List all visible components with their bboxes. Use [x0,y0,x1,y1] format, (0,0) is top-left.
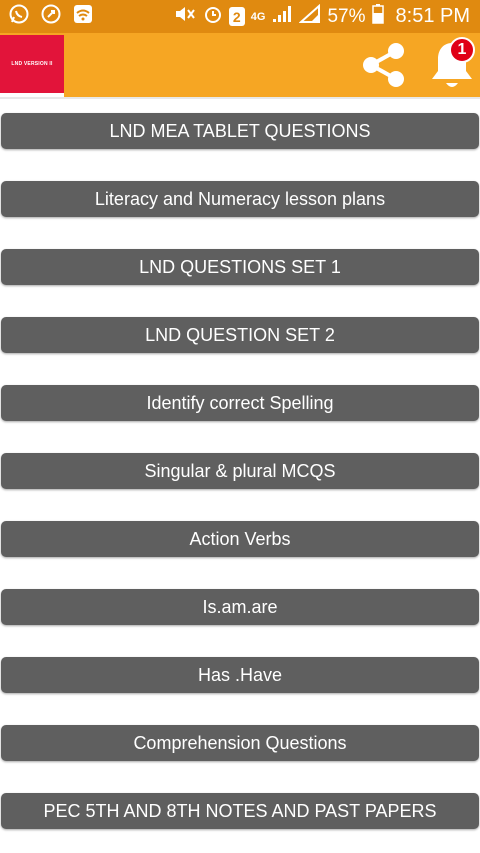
sync-icon [40,3,62,30]
alarm-icon [203,4,223,30]
wifi-icon [72,3,94,30]
menu-button-singular-plural[interactable]: Singular & plural MCQS [1,453,479,489]
sim-icon: 2 [228,7,245,26]
menu-button-questions-set-1[interactable]: LND QUESTIONS SET 1 [1,249,479,285]
clock: 8:51 PM [395,5,470,27]
menu-button-has-have[interactable]: Has .Have [1,657,479,693]
menu-button-lnd-mea-tablet-questions[interactable]: LND MEA TABLET QUESTIONS [1,113,479,149]
whatsapp-icon [8,3,30,30]
menu-button-question-set-2[interactable]: LND QUESTION SET 2 [1,317,479,353]
mute-icon [173,4,197,30]
battery-percent: 57% [327,5,366,27]
logo-strip [0,93,64,97]
signal-icon [271,4,293,30]
share-icon [363,43,404,87]
status-bar: 2 4G 57% 8:51 PM [0,0,480,33]
notification-badge: 1 [449,37,475,63]
signal-2-icon [298,3,321,30]
battery-icon [371,3,384,30]
menu-button-pec-notes[interactable]: PEC 5TH AND 8TH NOTES AND PAST PAPERS [1,793,479,829]
menu-button-comprehension[interactable]: Comprehension Questions [1,725,479,761]
menu-button-action-verbs[interactable]: Action Verbs [1,521,479,557]
app-bar: LND VERSION II 1 [0,33,480,99]
share-button[interactable] [358,39,410,91]
menu-button-lesson-plans[interactable]: Literacy and Numeracy lesson plans [1,181,479,217]
menu-button-correct-spelling[interactable]: Identify correct Spelling [1,385,479,421]
menu-button-is-am-are[interactable]: Is.am.are [1,589,479,625]
app-logo: LND VERSION II [0,35,64,93]
network-type-icon: 4G [250,10,266,23]
